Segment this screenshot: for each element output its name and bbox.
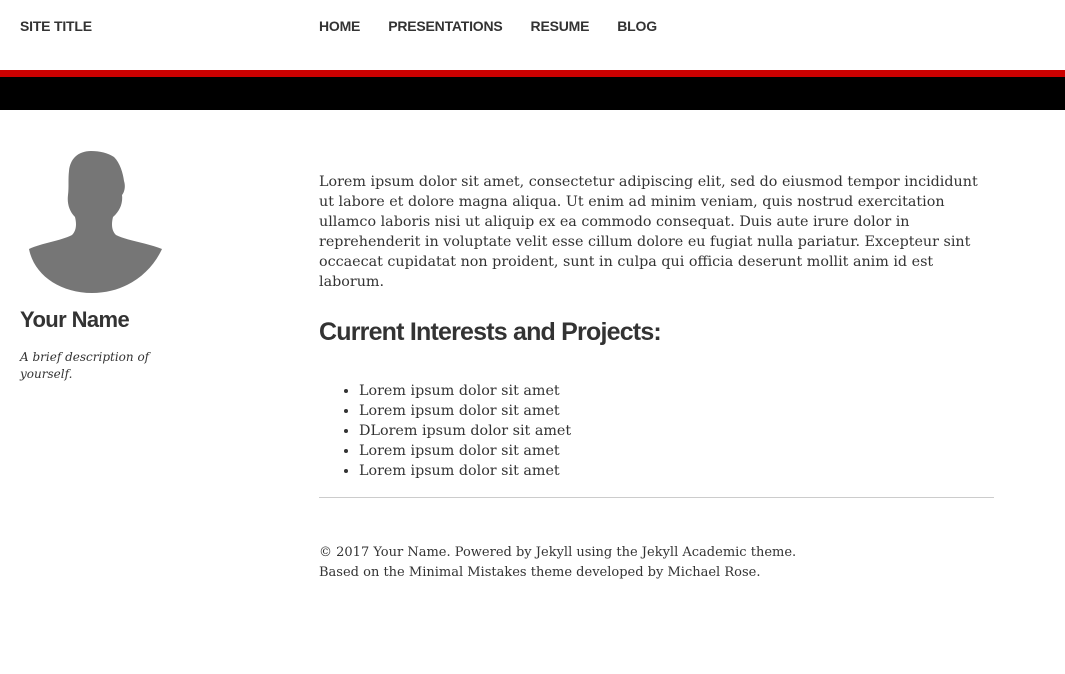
- section-heading: Current Interests and Projects:: [319, 318, 662, 346]
- list-item: Lorem ipsum dolor sit amet: [359, 401, 994, 421]
- author-sidebar: Your Name A brief description of yoursel…: [20, 145, 220, 383]
- person-silhouette-icon: [29, 151, 162, 293]
- content-divider: [319, 497, 994, 498]
- footer-credits: Based on the Minimal Mistakes theme deve…: [319, 565, 761, 580]
- header-band: [0, 77, 1065, 110]
- list-item: Lorem ipsum dolor sit amet: [359, 381, 994, 401]
- nav-link-blog[interactable]: BLOG: [617, 18, 657, 34]
- list-item: DLorem ipsum dolor sit amet: [359, 421, 994, 441]
- author-bio: A brief description of yourself.: [20, 350, 150, 381]
- footer-copyright: © 2017 Your Name. Powered by Jekyll usin…: [319, 545, 797, 560]
- page-footer: © 2017 Your Name. Powered by Jekyll usin…: [319, 543, 994, 583]
- nav-link-home[interactable]: HOME: [319, 18, 360, 34]
- nav-link-presentations[interactable]: PRESENTATIONS: [388, 18, 503, 34]
- main-content: Lorem ipsum dolor sit amet, consectetur …: [319, 172, 994, 498]
- main-nav: HOME PRESENTATIONS RESUME BLOG: [319, 18, 685, 34]
- masthead: SITE TITLE HOME PRESENTATIONS RESUME BLO…: [0, 0, 1065, 70]
- site-title-link[interactable]: SITE TITLE: [20, 18, 92, 34]
- accent-stripe: [0, 70, 1065, 77]
- list-item: Lorem ipsum dolor sit amet: [359, 441, 994, 461]
- nav-link-resume[interactable]: RESUME: [531, 18, 590, 34]
- intro-paragraph: Lorem ipsum dolor sit amet, consectetur …: [319, 174, 978, 290]
- list-item: Lorem ipsum dolor sit amet: [359, 461, 994, 481]
- author-name: Your Name: [20, 307, 130, 332]
- projects-list: Lorem ipsum dolor sit amet Lorem ipsum d…: [319, 381, 994, 481]
